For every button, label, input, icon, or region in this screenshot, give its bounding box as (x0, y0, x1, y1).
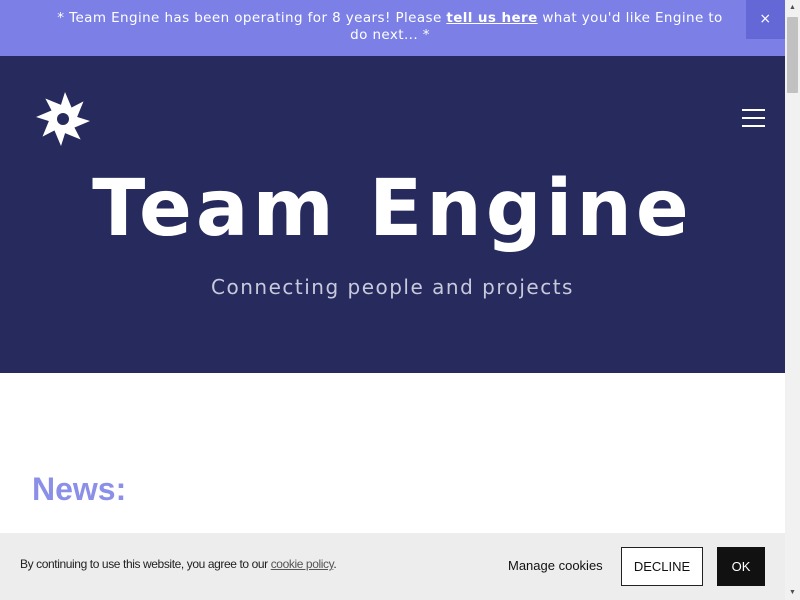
hero-title: Team Engine (92, 164, 693, 254)
news-heading: News: (32, 471, 127, 507)
vertical-scrollbar[interactable]: ▲ ▼ (785, 0, 800, 600)
ok-button[interactable]: OK (717, 547, 765, 586)
pinwheel-logo-icon[interactable] (34, 90, 92, 148)
hero-section: Team Engine Connecting people and projec… (0, 56, 785, 373)
close-icon: × (759, 11, 772, 27)
banner-link[interactable]: tell us here (446, 10, 537, 26)
page: * Team Engine has been operating for 8 y… (0, 0, 785, 600)
cookie-text-after: . (333, 557, 337, 571)
cookie-policy-link[interactable]: cookie policy (271, 557, 334, 571)
cookie-text: By continuing to use this website, you a… (20, 557, 337, 571)
decline-button[interactable]: DECLINE (621, 547, 703, 586)
banner-text-before: * Team Engine has been operating for 8 y… (57, 10, 447, 26)
cookie-text-before: By continuing to use this website, you a… (20, 557, 271, 571)
hamburger-menu-icon[interactable] (742, 109, 766, 127)
scrollbar-thumb[interactable] (787, 17, 798, 93)
cookie-consent-bar: By continuing to use this website, you a… (0, 533, 785, 600)
manage-cookies-button[interactable]: Manage cookies (508, 558, 603, 573)
scroll-up-icon[interactable]: ▲ (785, 0, 800, 15)
banner-close-button[interactable]: × (746, 0, 785, 39)
announcement-banner: * Team Engine has been operating for 8 y… (0, 0, 785, 56)
scroll-down-icon[interactable]: ▼ (785, 585, 800, 600)
hero-subtitle: Connecting people and projects (211, 275, 574, 299)
